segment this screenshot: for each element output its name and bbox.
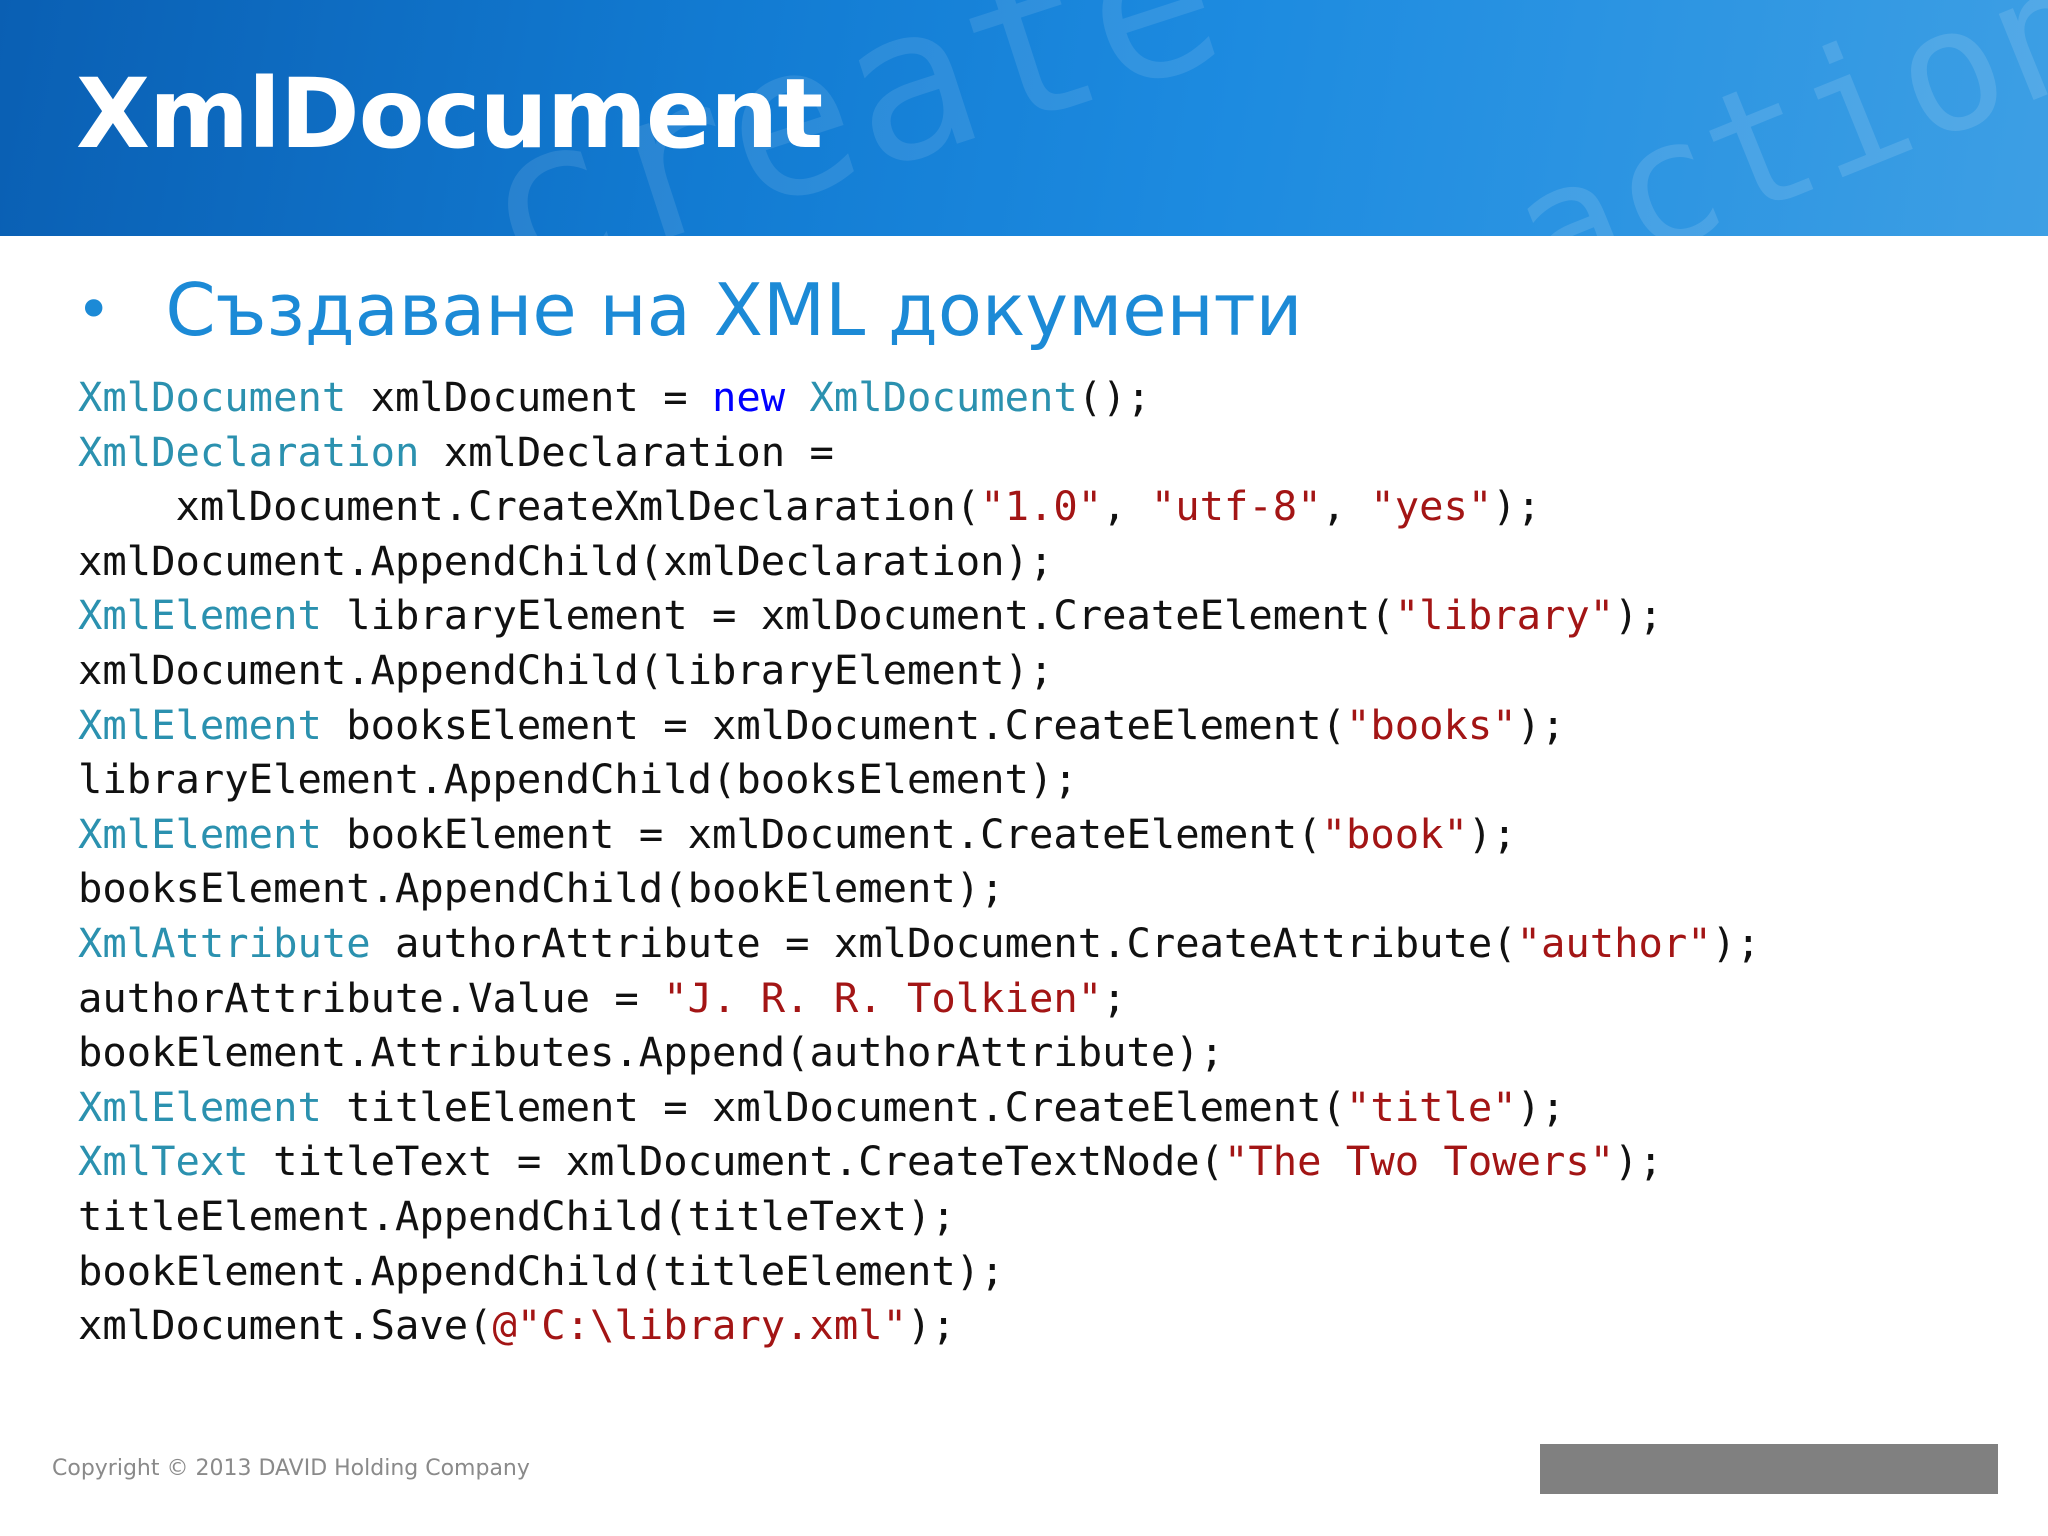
slide-header: create action XmlDocument	[0, 0, 2048, 236]
code-type-token: XmlElement	[78, 700, 322, 749]
code-keyword-token: new	[711, 373, 786, 421]
code-string-token: "book"	[1321, 809, 1468, 858]
code-text-token: authorAttribute = xmlDocument.CreateAttr…	[370, 918, 1517, 967]
code-text-token: bookElement = xmlDocument.CreateElement(	[321, 809, 1322, 858]
code-text-token: );	[1614, 1137, 1663, 1186]
code-type-token: XmlElement	[78, 1082, 322, 1131]
code-text-token: );	[1516, 700, 1566, 749]
bullet-text: Създаване на XML документи	[165, 268, 1303, 352]
code-text-token: xmlDocument.AppendChild(libraryElement);	[78, 645, 1054, 694]
code-string-token: "J. R. R. Tolkien"	[663, 973, 1103, 1022]
code-text-token: titleElement = xmlDocument.CreateElement…	[321, 1082, 1346, 1131]
code-text-token: ;	[1102, 973, 1127, 1022]
code-string-token: "books"	[1345, 700, 1517, 749]
code-string-token: "The Two Towers"	[1224, 1137, 1615, 1186]
footer-bar	[1540, 1444, 1998, 1494]
code-text-token: );	[1516, 1082, 1566, 1131]
code-text-token: xmlDocument.CreateXmlDeclaration(	[78, 482, 981, 531]
code-line: XmlAttribute authorAttribute = xmlDocume…	[78, 916, 1760, 971]
code-line: XmlElement bookElement = xmlDocument.Cre…	[78, 807, 1760, 862]
code-type-token: XmlElement	[78, 809, 322, 858]
code-line: bookElement.Attributes.Append(authorAttr…	[78, 1025, 1760, 1080]
code-line: xmlDocument.AppendChild(xmlDeclaration);	[78, 534, 1760, 589]
bullet-item: • Създаване на XML документи	[76, 268, 1302, 352]
code-line: XmlDocument xmlDocument = new XmlDocumen…	[78, 370, 1760, 425]
code-line: xmlDocument.CreateXmlDeclaration("1.0", …	[78, 479, 1760, 534]
code-text-token: );	[1711, 918, 1761, 967]
code-text-token: bookElement.AppendChild(titleElement);	[78, 1246, 1005, 1295]
code-string-token: "yes"	[1370, 482, 1493, 531]
code-type-token: XmlText	[78, 1137, 249, 1186]
code-line: bookElement.AppendChild(titleElement);	[78, 1244, 1760, 1299]
code-string-token: @"C:\library.xml"	[492, 1301, 908, 1350]
code-text-token: ,	[1102, 482, 1151, 531]
code-text-token: ();	[1077, 373, 1151, 421]
code-line: XmlElement titleElement = xmlDocument.Cr…	[78, 1080, 1760, 1135]
code-line: XmlElement booksElement = xmlDocument.Cr…	[78, 698, 1760, 753]
code-line: xmlDocument.Save(@"C:\library.xml");	[78, 1298, 1760, 1353]
code-text-token: xmlDocument.Save(	[78, 1301, 493, 1350]
code-type-token: XmlDeclaration	[78, 427, 420, 476]
code-line: XmlElement libraryElement = xmlDocument.…	[78, 588, 1760, 643]
code-line: titleElement.AppendChild(titleText);	[78, 1189, 1760, 1244]
code-text-token: libraryElement = xmlDocument.CreateEleme…	[321, 591, 1395, 640]
code-line: XmlText titleText = xmlDocument.CreateTe…	[78, 1134, 1760, 1189]
code-text-token: ,	[1321, 482, 1371, 531]
code-text-token: titleElement.AppendChild(titleText);	[78, 1191, 956, 1240]
code-text-token: booksElement.AppendChild(bookElement);	[78, 864, 1005, 913]
code-text-token: );	[1467, 809, 1517, 858]
slide-title: XmlDocument	[76, 58, 823, 170]
code-string-token: "utf-8"	[1150, 482, 1322, 531]
code-type-token: XmlDocument	[78, 373, 347, 421]
code-line: booksElement.AppendChild(bookElement);	[78, 861, 1760, 916]
code-text-token: authorAttribute.Value =	[78, 973, 664, 1022]
code-type-token: XmlElement	[78, 591, 322, 640]
code-text-token: titleText = xmlDocument.CreateTextNode(	[248, 1137, 1225, 1186]
code-string-token: "1.0"	[980, 482, 1103, 531]
bullet-dot-icon: •	[76, 275, 112, 345]
code-text-token: booksElement = xmlDocument.CreateElement…	[321, 700, 1346, 749]
code-text-token: );	[907, 1301, 956, 1350]
code-line: xmlDocument.AppendChild(libraryElement);	[78, 643, 1760, 698]
code-type-token: XmlAttribute	[78, 918, 371, 967]
header-watermark-right: action	[1485, 0, 2048, 236]
code-block: XmlDocument xmlDocument = new XmlDocumen…	[78, 370, 1760, 1353]
code-text-token: xmlDocument.AppendChild(xmlDeclaration);	[78, 536, 1054, 585]
code-type-token: XmlDocument	[809, 373, 1078, 421]
code-string-token: "library"	[1394, 591, 1615, 640]
code-text-token: );	[1614, 591, 1663, 640]
code-text-token: xmlDeclaration =	[419, 427, 834, 476]
code-line: libraryElement.AppendChild(booksElement)…	[78, 752, 1760, 807]
code-text-token: libraryElement.AppendChild(booksElement)…	[78, 755, 1078, 804]
slide: create action XmlDocument • Създаване на…	[0, 0, 2048, 1536]
code-text-token: );	[1492, 482, 1542, 531]
code-line: authorAttribute.Value = "J. R. R. Tolkie…	[78, 971, 1760, 1026]
code-text-token: xmlDocument =	[346, 373, 712, 421]
code-string-token: "title"	[1345, 1082, 1517, 1131]
code-line: XmlDeclaration xmlDeclaration =	[78, 425, 1760, 480]
code-string-token: "author"	[1516, 918, 1712, 967]
footer-copyright: Copyright © 2013 DAVID Holding Company	[52, 1456, 530, 1481]
code-text-token: bookElement.Attributes.Append(authorAttr…	[78, 1028, 1225, 1077]
